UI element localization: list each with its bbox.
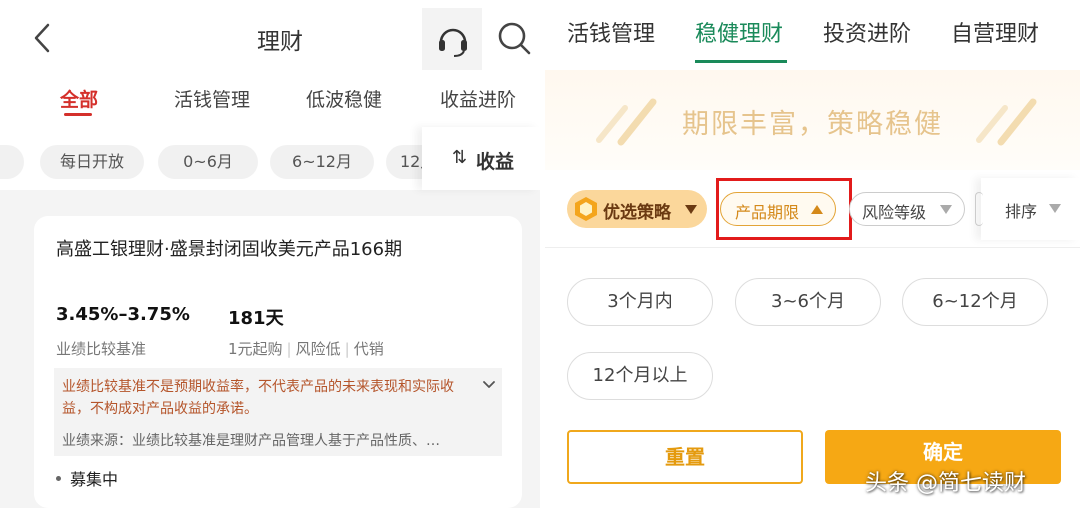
sort-label: 排序 [1005, 202, 1038, 221]
product-status: 募集中 [70, 470, 119, 489]
product-rate: 3.45%–3.75% [56, 304, 190, 325]
category-tabs: 全部 活钱管理 低波稳健 收益进阶 [0, 75, 540, 127]
filter-chip-6-12m[interactable]: 6~12月 [270, 145, 374, 179]
sort-label: 收益 [476, 151, 515, 173]
sort-by-return-button[interactable]: ⇅ 收益 [422, 127, 540, 190]
left-screen: 理财 全部 活钱管理 低波稳健 收益进阶 每日开放 0~6月 6~12月 12月… [0, 0, 540, 508]
sort-arrows-icon: ⇅ [452, 147, 468, 168]
tab-low-volatility[interactable]: 低波稳健 [306, 85, 382, 112]
filter-chips-row: 每日开放 0~6月 6~12月 12月 ⇅ 收益 [0, 127, 540, 190]
right-screen: 活钱管理 稳健理财 投资进阶 自营理财 期限丰富，策略稳健 优选策略 产品期限 [545, 0, 1080, 508]
preferred-strategy-chip[interactable]: 优选策略 [567, 190, 707, 228]
top-bar: 理财 [0, 0, 540, 75]
filter-chip-partial[interactable] [0, 145, 24, 179]
tab-all[interactable]: 全部 [60, 85, 98, 112]
sort-button[interactable]: 排序 [975, 178, 1080, 240]
tab-advanced-investing[interactable]: 投资进阶 [823, 16, 911, 48]
preferred-strategy-label: 优选策略 [603, 203, 671, 223]
filter-chip-daily-open[interactable]: 每日开放 [40, 145, 144, 179]
promo-banner: 期限丰富，策略稳健 [545, 70, 1080, 170]
term-option-under-3m[interactable]: 3个月内 [567, 278, 713, 326]
disclaimer-warning: 业绩比较基准不是预期收益率，不代表产品的未来表现和实际收益，不构成对产品收益的承… [62, 379, 454, 417]
caret-down-icon [1049, 204, 1061, 213]
chevron-down-icon[interactable] [482, 378, 496, 392]
disclaimer-box[interactable]: 业绩比较基准不是预期收益率，不代表产品的未来表现和实际收益，不构成对产品收益的承… [54, 368, 502, 456]
filter-chip-0-6m[interactable]: 0~6月 [158, 145, 258, 179]
risk-level-chip[interactable]: 风险等级 [849, 192, 965, 226]
search-icon[interactable] [496, 20, 532, 56]
product-card[interactable]: 高盛工银理财·盛景封闭固收美元产品166期 3.45%–3.75% 181天 业… [34, 216, 522, 508]
banner-slogan: 期限丰富，策略稳健 [682, 109, 943, 140]
caret-down-icon [685, 205, 697, 214]
customer-service-button[interactable] [422, 8, 482, 70]
chip-edge-partial [975, 192, 983, 226]
rate-label: 业绩比较基准 [56, 340, 147, 358]
tab-steady-wealth[interactable]: 稳健理财 [695, 16, 783, 48]
term-option-6-12m[interactable]: 6~12个月 [902, 278, 1048, 326]
filter-bar: 优选策略 产品期限 风险等级 排序 [545, 170, 1080, 248]
reset-button[interactable]: 重置 [567, 430, 803, 484]
tab-advanced-returns[interactable]: 收益进阶 [440, 85, 516, 112]
product-term-days: 181天 [228, 308, 284, 329]
tab-cash-management[interactable]: 活钱管理 [174, 85, 250, 112]
active-tab-indicator [695, 60, 787, 63]
watermark-text: 头条 @简七读财 [865, 471, 1026, 496]
badge-icon [575, 197, 597, 221]
active-tab-indicator [64, 113, 92, 116]
highlight-box [716, 178, 852, 240]
product-name: 高盛工银理财·盛景封闭固收美元产品166期 [56, 239, 403, 260]
risk-level: 风险低 [295, 340, 341, 358]
risk-level-label: 风险等级 [862, 203, 927, 222]
disclaimer-source: 业绩来源：业绩比较基准是理财产品管理人基于产品性质、… [62, 433, 440, 449]
status-bullet [56, 476, 61, 481]
headset-icon [439, 28, 467, 57]
term-option-over-12m[interactable]: 12个月以上 [567, 352, 713, 400]
tab-cash-management[interactable]: 活钱管理 [567, 16, 655, 48]
caret-down-icon [940, 205, 952, 214]
tab-self-operated[interactable]: 自营理财 [951, 16, 1039, 48]
product-meta: 1元起购 | 风险低 | 代销 [228, 340, 384, 358]
distribution-type: 代销 [353, 340, 384, 358]
term-option-3-6m[interactable]: 3~6个月 [735, 278, 881, 326]
min-purchase: 1元起购 [228, 340, 283, 358]
